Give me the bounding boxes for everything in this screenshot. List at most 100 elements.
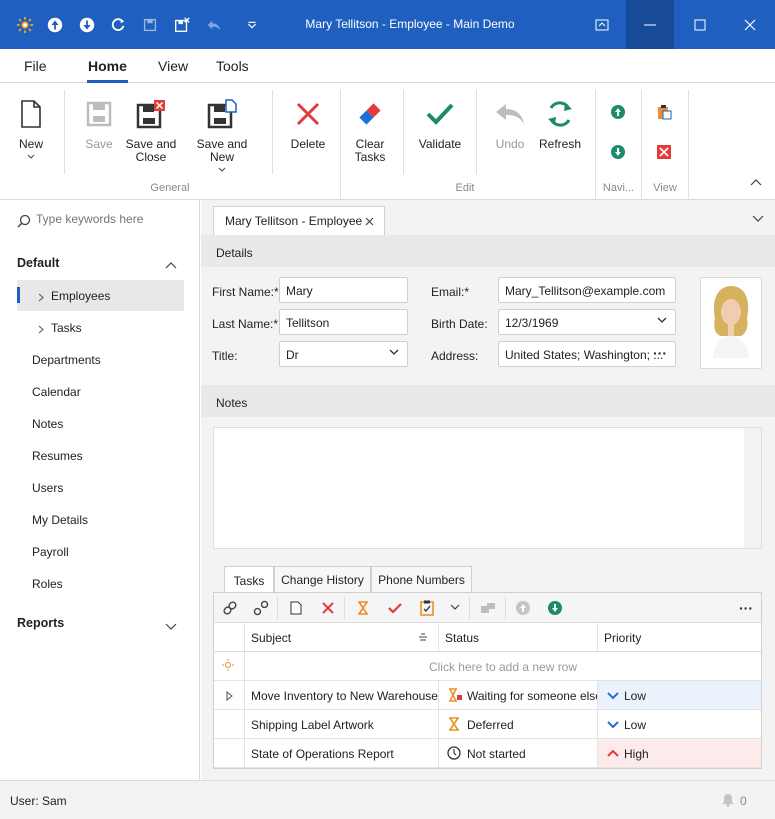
chevron-down-icon [657,317,667,323]
cell-subject[interactable]: Shipping Label Artwork [244,710,438,738]
sidebar-item-departments[interactable]: Departments [32,353,101,367]
clipboard-check-icon[interactable] [419,600,435,616]
notes-editor[interactable] [213,427,762,549]
save-icon[interactable] [139,14,161,36]
restore-layout-button[interactable] [578,0,626,49]
tab-change-history[interactable]: Change History [274,566,371,593]
cell-priority[interactable]: High [597,739,761,767]
cell-priority[interactable]: Low [597,681,761,709]
last-name-label: Last Name:* [212,317,279,331]
new-row[interactable]: Click here to add a new row [214,652,761,681]
cell-status[interactable]: Waiting for someone else [438,681,597,709]
cell-status[interactable]: Not started [438,739,597,767]
navigate-next-icon[interactable] [608,142,628,162]
undo-icon[interactable] [203,14,225,36]
ellipsis-icon[interactable]: ··· [653,345,667,361]
employee-photo[interactable] [700,277,762,369]
collapse-ribbon-icon[interactable] [746,172,766,192]
cell-priority[interactable]: Low [597,710,761,738]
move-down-icon[interactable] [547,600,563,616]
move-up-icon[interactable] [515,600,531,616]
hourglass-icon[interactable] [355,600,371,616]
delete-button[interactable]: Delete [288,94,328,151]
undo-button[interactable]: Undo [492,94,528,151]
group-navigation-label: Navi... [602,182,635,194]
notes-scrollbar[interactable] [744,428,761,548]
chevron-down-icon[interactable] [447,600,463,616]
more-options-icon[interactable]: ··· [738,600,754,616]
nav-group-reports[interactable]: Reports [17,616,64,630]
cell-subject[interactable]: Move Inventory to New Warehouse [244,681,438,709]
priority-high-icon [607,749,619,757]
new-button[interactable]: New [15,94,47,161]
new-item-icon[interactable] [288,600,304,616]
address-field[interactable]: United States; Washington; ... ··· [498,341,676,367]
validate-button[interactable]: Validate [418,94,462,151]
delete-item-icon[interactable] [320,600,336,616]
navigate-previous-icon[interactable] [608,102,628,122]
birth-date-picker[interactable]: 12/3/1969 [498,309,676,335]
chevron-down-icon[interactable] [165,620,177,634]
refresh-icon[interactable] [107,14,129,36]
close-view-icon[interactable] [654,142,674,162]
cell-subject[interactable]: State of Operations Report [244,739,438,767]
tab-file[interactable]: File [24,58,47,74]
move-icon[interactable] [480,600,496,616]
sidebar-item-tasks[interactable]: Tasks [51,321,82,335]
refresh-button[interactable]: Refresh [538,94,582,151]
maximize-button[interactable] [676,0,724,49]
unlink-icon[interactable] [253,600,269,616]
tasks-grid: ··· Subject Status Priority Click here t… [213,592,762,769]
search-input[interactable] [36,212,186,226]
tabs-dropdown-icon[interactable] [752,212,764,226]
save-button[interactable]: Save [81,94,117,151]
notes-section-title: Notes [216,396,248,410]
menu-bar: File Home View Tools [0,49,775,83]
sidebar-item-notes[interactable]: Notes [32,417,63,431]
bell-icon[interactable] [721,793,735,810]
column-header-subject[interactable]: Subject [244,623,438,651]
nav-group-default[interactable]: Default [17,256,59,270]
last-name-field[interactable]: Tellitson [279,309,408,335]
column-header-status[interactable]: Status [438,623,597,651]
sidebar-item-my-details[interactable]: My Details [32,513,88,527]
title-select[interactable]: Dr [279,341,408,367]
cell-status[interactable]: Deferred [438,710,597,738]
table-row[interactable]: Shipping Label Artwork Deferred Low [214,710,761,739]
save-and-close-button[interactable]: Save and Close [125,94,177,164]
tab-tools[interactable]: Tools [216,58,249,74]
first-name-field[interactable]: Mary [279,277,408,303]
save-close-icon[interactable] [171,14,193,36]
arrow-down-icon[interactable] [76,14,98,36]
sort-indicator-icon [419,633,427,641]
close-button[interactable] [726,0,774,49]
sidebar-item-label: Employees [51,289,111,303]
column-header-priority[interactable]: Priority [597,623,761,651]
checkmark-icon[interactable] [387,600,403,616]
tab-tasks[interactable]: Tasks [224,566,274,594]
sidebar-item-users[interactable]: Users [32,481,63,495]
title-label: Title: [212,349,238,363]
table-row[interactable]: Move Inventory to New Warehouse Waiting … [214,681,761,710]
table-row[interactable]: State of Operations Report Not started H… [214,739,761,768]
clipboard-icon[interactable] [654,102,674,122]
sidebar-item-resumes[interactable]: Resumes [32,449,83,463]
sidebar-item-payroll[interactable]: Payroll [32,545,69,559]
email-field[interactable]: Mary_Tellitson@example.com [498,277,676,303]
sidebar-item-calendar[interactable]: Calendar [32,385,81,399]
navigation-sidebar: Default Employees Tasks Departments Cale… [0,200,200,780]
clear-tasks-button[interactable]: Clear Tasks [351,94,389,164]
chevron-up-icon[interactable] [165,258,177,272]
chevron-right-icon [38,291,44,305]
arrow-up-icon[interactable] [44,14,66,36]
minimize-button[interactable] [626,0,674,49]
link-icon[interactable] [222,600,238,616]
close-tab-icon[interactable] [365,217,374,226]
sidebar-item-roles[interactable]: Roles [32,577,63,591]
validate-label: Validate [418,137,462,151]
tab-view[interactable]: View [158,58,188,74]
tab-phone-numbers[interactable]: Phone Numbers [371,566,472,593]
document-tab[interactable]: Mary Tellitson - Employee [213,206,385,235]
tab-home[interactable]: Home [88,58,127,74]
save-and-new-button[interactable]: Save and New [186,94,258,174]
